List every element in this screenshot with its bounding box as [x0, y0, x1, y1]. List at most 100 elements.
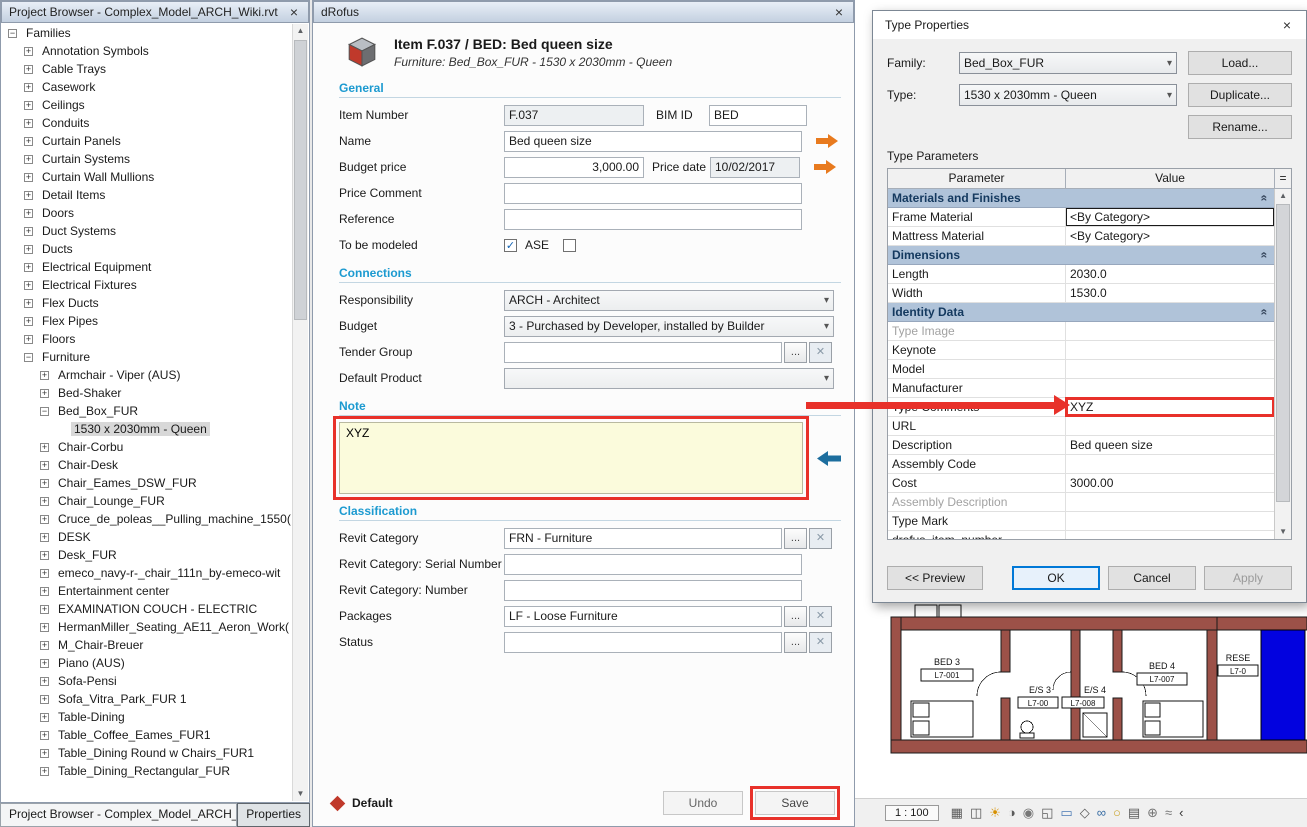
expand-icon[interactable]: +: [40, 587, 49, 596]
expand-icon[interactable]: +: [24, 317, 33, 326]
parameter-row[interactable]: drofus_item_number: [888, 531, 1274, 539]
tree-item-label[interactable]: Desk_FUR: [55, 548, 120, 562]
browse-ellipsis-button[interactable]: ...: [784, 528, 807, 549]
tree-item[interactable]: + Sofa_Vitra_Park_FUR 1: [2, 690, 292, 708]
name-field[interactable]: [504, 131, 802, 152]
tree-item[interactable]: −Furniture: [2, 348, 292, 366]
parameter-value[interactable]: [1066, 360, 1274, 378]
show-analytical-model-icon[interactable]: ⊕: [1147, 806, 1158, 820]
scroll-up-icon[interactable]: ▲: [293, 24, 308, 38]
tree-item[interactable]: +Cruce_de_poleas__Pulling_machine_1550(: [2, 510, 292, 528]
expand-icon[interactable]: +: [40, 677, 49, 686]
expand-icon[interactable]: +: [24, 335, 33, 344]
expand-icon[interactable]: +: [40, 497, 49, 506]
scroll-down-icon[interactable]: ▼: [293, 787, 308, 801]
tree-item-label[interactable]: Entertainment center: [55, 584, 172, 598]
expand-icon[interactable]: +: [24, 83, 33, 92]
expand-icon[interactable]: +: [24, 47, 33, 56]
tree-item[interactable]: −1530 x 2030mm - Queen: [2, 420, 292, 438]
parameter-group-header[interactable]: Dimensions«: [888, 246, 1274, 265]
parameter-group-header[interactable]: Identity Data«: [888, 303, 1274, 322]
scroll-down-icon[interactable]: ▼: [1275, 525, 1291, 539]
tree-item-label[interactable]: Ducts: [39, 242, 76, 256]
value-column-header[interactable]: Value: [1066, 169, 1274, 188]
drofus-titlebar[interactable]: dRofus ×: [313, 1, 854, 23]
clear-x-button[interactable]: ✕: [809, 606, 832, 627]
collapse-chevron-icon[interactable]: «: [1258, 309, 1272, 316]
tree-item-label[interactable]: Conduits: [39, 116, 92, 130]
parameter-row[interactable]: Model: [888, 360, 1274, 379]
close-icon[interactable]: ×: [832, 4, 846, 20]
expand-icon[interactable]: +: [24, 299, 33, 308]
tree-item[interactable]: +Curtain Systems: [2, 150, 292, 168]
parameter-group-header[interactable]: Materials and Finishes«: [888, 189, 1274, 208]
clear-x-button[interactable]: ✕: [809, 632, 832, 653]
expand-icon[interactable]: +: [40, 731, 49, 740]
reveal-hidden-elements-icon[interactable]: ○: [1113, 806, 1121, 820]
tree-item-label[interactable]: Table_Coffee_Eames_FUR1: [55, 728, 214, 742]
expand-icon[interactable]: +: [24, 245, 33, 254]
equals-column-header[interactable]: =: [1274, 169, 1291, 189]
parameter-row[interactable]: Assembly Description: [888, 493, 1274, 512]
tree-item-label[interactable]: Chair-Desk: [55, 458, 121, 472]
serial-number-field[interactable]: [504, 554, 802, 575]
tree-item[interactable]: +Curtain Wall Mullions: [2, 168, 292, 186]
item-number-field[interactable]: [504, 105, 644, 126]
show-rendering-dialog-icon[interactable]: ◉: [1023, 806, 1034, 820]
status-field[interactable]: [504, 632, 782, 653]
responsibility-dropdown[interactable]: ARCH - Architect ▾: [504, 290, 834, 311]
load-button[interactable]: Load...: [1188, 51, 1292, 75]
crop-view-icon[interactable]: ◱: [1041, 806, 1053, 820]
tree-item-label[interactable]: emeco_navy-r-_chair_111n_by-emeco-wit: [55, 566, 283, 580]
scroll-up-icon[interactable]: ▲: [1275, 189, 1291, 203]
tree-item[interactable]: +emeco_navy-r-_chair_111n_by-emeco-wit: [2, 564, 292, 582]
apply-button[interactable]: Apply: [1204, 566, 1292, 590]
expand-icon[interactable]: +: [40, 533, 49, 542]
tree-scrollbar[interactable]: ▲ ▼: [292, 24, 308, 801]
tree-item[interactable]: +Doors: [2, 204, 292, 222]
tree-item-label[interactable]: Cable Trays: [39, 62, 109, 76]
scale-button[interactable]: 1 : 100: [885, 805, 939, 821]
expand-icon[interactable]: +: [40, 695, 49, 704]
budget-dropdown[interactable]: 3 - Purchased by Developer, installed by…: [504, 316, 834, 337]
ase-checkbox[interactable]: [563, 239, 576, 252]
tree-item-label[interactable]: Annotation Symbols: [39, 44, 152, 58]
tree-item[interactable]: + Cable Trays: [2, 60, 292, 78]
tree-item[interactable]: + Ducts: [2, 240, 292, 258]
tree-item[interactable]: +Table_Dining_Rectangular_FUR: [2, 762, 292, 780]
tree-item-label[interactable]: DESK: [55, 530, 94, 544]
parameter-row[interactable]: Manufacturer: [888, 379, 1274, 398]
parameter-row[interactable]: Mattress Material<By Category>: [888, 227, 1274, 246]
tab-project-browser[interactable]: Project Browser - Complex_Model_ARCH_Wi.…: [0, 803, 237, 827]
expand-icon[interactable]: +: [24, 227, 33, 236]
parameter-value[interactable]: XYZ: [1066, 398, 1274, 416]
cancel-button[interactable]: Cancel: [1108, 566, 1196, 590]
collapse-icon[interactable]: −: [8, 29, 17, 38]
parameter-value[interactable]: [1066, 379, 1274, 397]
close-icon[interactable]: ×: [1280, 17, 1294, 33]
unlocked-3d-view-icon[interactable]: ◇: [1080, 806, 1090, 820]
expand-icon[interactable]: +: [40, 479, 49, 488]
tree-item-label[interactable]: Chair_Eames_DSW_FUR: [55, 476, 200, 490]
tree-item-label[interactable]: Sofa_Vitra_Park_FUR 1: [55, 692, 190, 706]
parameter-value[interactable]: <By Category>: [1066, 227, 1274, 245]
tree-item-label[interactable]: Flex Pipes: [39, 314, 101, 328]
expand-icon[interactable]: +: [40, 551, 49, 560]
parameter-value[interactable]: [1066, 322, 1274, 340]
expand-icon[interactable]: +: [24, 101, 33, 110]
tree-item[interactable]: +EXAMINATION COUCH - ELECTRIC: [2, 600, 292, 618]
expand-icon[interactable]: +: [40, 623, 49, 632]
tree-item-label[interactable]: Curtain Systems: [39, 152, 133, 166]
floor-plan[interactable]: BED 3 L7-001 E/S 3 L7-00 E/S 4 L7-008 BE…: [855, 603, 1307, 798]
sun-path-icon[interactable]: ☀: [989, 806, 1001, 820]
collapse-chevron-icon[interactable]: «: [1258, 195, 1272, 202]
tree-item[interactable]: +Detail Items: [2, 186, 292, 204]
tree-item-label[interactable]: Flex Ducts: [39, 296, 102, 310]
expand-icon[interactable]: +: [24, 65, 33, 74]
tree-item[interactable]: + DESK: [2, 528, 292, 546]
parameter-value[interactable]: [1066, 531, 1274, 539]
tree-item-label[interactable]: Casework: [39, 80, 98, 94]
expand-view-bar-icon[interactable]: ‹: [1179, 806, 1183, 820]
tab-properties[interactable]: Properties: [237, 803, 310, 827]
bim-id-field[interactable]: [709, 105, 807, 126]
